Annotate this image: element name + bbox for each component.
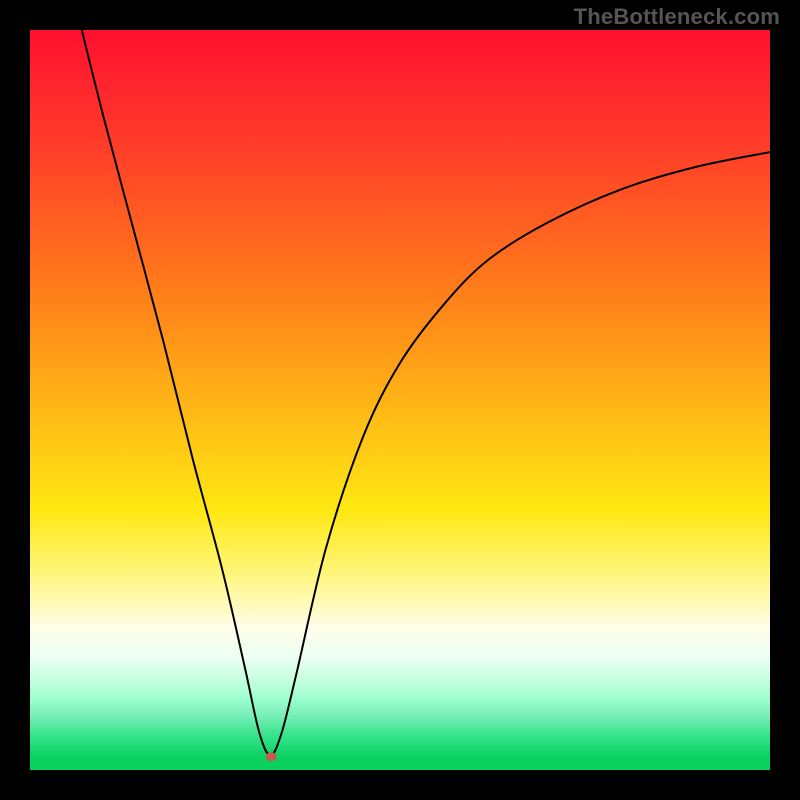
bottleneck-curve-svg xyxy=(30,30,770,770)
chart-frame: TheBottleneck.com xyxy=(0,0,800,800)
watermark-text: TheBottleneck.com xyxy=(574,4,780,30)
plot-area xyxy=(30,30,770,770)
current-config-marker xyxy=(266,753,276,761)
bottleneck-curve xyxy=(82,30,770,755)
